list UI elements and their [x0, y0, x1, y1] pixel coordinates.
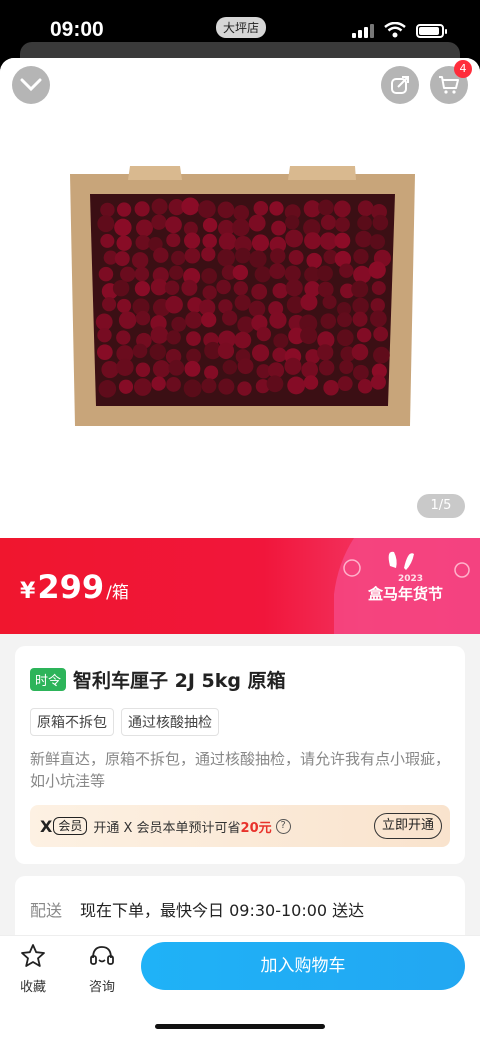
cart-button[interactable]: 4 [430, 60, 472, 104]
status-time: 09:00 [50, 18, 104, 41]
price-value: 299 [37, 568, 105, 606]
product-tag: 通过核酸抽检 [121, 708, 219, 736]
title-row: 时令 智利车厘子 2J 5kg 原箱 [30, 666, 286, 693]
product-tags: 原箱不拆包 通过核酸抽检 [30, 708, 226, 736]
wifi-icon [384, 22, 406, 38]
product-image [70, 166, 415, 426]
product-sheet: 4 1/5 ¥ 299 /箱 2023 盒马年货节 时令 智利车厘子 2J 5k… [0, 58, 480, 1039]
consult-label: 咨询 [88, 980, 115, 995]
season-tag: 时令 [30, 668, 67, 691]
consult-button[interactable]: 咨询 [77, 942, 127, 995]
festival-name: 盒马年货节 [368, 585, 444, 603]
battery-icon [416, 24, 447, 38]
help-icon[interactable]: ? [275, 818, 291, 834]
delivery-label: 配送 [30, 901, 63, 920]
product-gallery[interactable]: 4 1/5 [0, 58, 480, 538]
cart-icon [439, 76, 459, 94]
chevron-down-icon [20, 78, 42, 92]
close-sheet-button[interactable] [12, 66, 50, 104]
favorite-label: 收藏 [19, 980, 46, 995]
product-description: 新鲜直达，原箱不拆包，通过核酸抽检，请允许我有点小瑕疵，如小坑洼等 [30, 750, 451, 790]
home-indicator [155, 1024, 325, 1029]
product-tag: 原箱不拆包 [30, 708, 114, 736]
member-savings-text: 开通 X 会员本单预计可省20元 [93, 820, 272, 836]
x-member-logo: X [40, 816, 53, 836]
product-info-card: 时令 智利车厘子 2J 5kg 原箱 原箱不拆包 通过核酸抽检 新鲜直达，原箱不… [15, 646, 465, 864]
price-unit: /箱 [106, 583, 129, 603]
signal-icon [352, 24, 374, 38]
member-label: 会员 [53, 817, 88, 835]
member-bar[interactable]: X 会员 开通 X 会员本单预计可省20元 ? 立即开通 [30, 805, 450, 847]
image-counter: 1/5 [417, 494, 465, 518]
price-currency: ¥ [20, 579, 36, 604]
store-pill[interactable]: 大坪店 [216, 17, 267, 38]
price-banner: ¥ 299 /箱 2023 盒马年货节 [0, 538, 480, 634]
price: ¥ 299 /箱 [20, 568, 129, 606]
product-title: 智利车厘子 2J 5kg 原箱 [73, 670, 286, 692]
delivery-text: 现在下单，最快今日 09:30-10:00 送达 [80, 901, 365, 920]
cart-count-badge: 4 [454, 60, 472, 78]
open-membership-button[interactable]: 立即开通 [373, 813, 442, 839]
star-icon [21, 944, 45, 967]
share-button[interactable] [381, 66, 419, 104]
member-save-amount: 20元 [240, 820, 272, 836]
headset-icon [90, 946, 114, 965]
bottom-bar: 收藏 咨询 加入购物车 [0, 935, 480, 1039]
add-to-cart-button[interactable]: 加入购物车 [141, 942, 465, 990]
share-icon [391, 76, 409, 94]
favorite-button[interactable]: 收藏 [8, 942, 58, 995]
